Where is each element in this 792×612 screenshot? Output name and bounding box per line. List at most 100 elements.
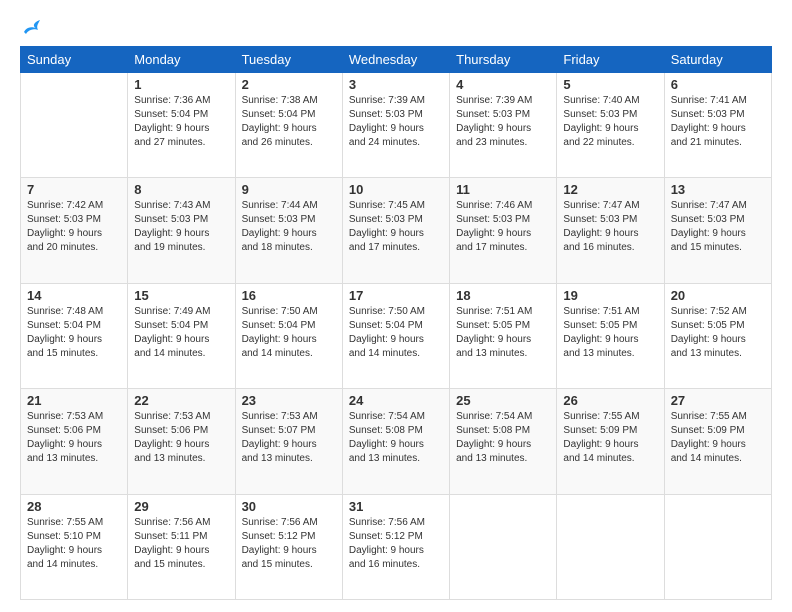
day-number: 20	[671, 288, 765, 303]
day-number: 25	[456, 393, 550, 408]
day-info: Sunrise: 7:36 AM Sunset: 5:04 PM Dayligh…	[134, 94, 228, 150]
day-info: Sunrise: 7:56 AM Sunset: 5:12 PM Dayligh…	[242, 516, 336, 572]
page: SundayMondayTuesdayWednesdayThursdayFrid…	[0, 0, 792, 612]
calendar-week-row: 14 Sunrise: 7:48 AM Sunset: 5:04 PM Dayli…	[21, 283, 772, 388]
calendar-cell: 15 Sunrise: 7:49 AM Sunset: 5:04 PM Dayli…	[128, 283, 235, 388]
day-info: Sunrise: 7:45 AM Sunset: 5:03 PM Dayligh…	[349, 199, 443, 255]
calendar-cell: 21 Sunrise: 7:53 AM Sunset: 5:06 PM Dayli…	[21, 389, 128, 494]
calendar-cell	[450, 494, 557, 599]
day-number: 2	[242, 77, 336, 92]
calendar-week-row: 28Sunrise: 7:55 AM Sunset: 5:10 PM Dayli…	[21, 494, 772, 599]
day-info: Sunrise: 7:54 AM Sunset: 5:08 PM Dayligh…	[349, 410, 443, 466]
calendar-week-row: 1 Sunrise: 7:36 AM Sunset: 5:04 PM Daylig…	[21, 73, 772, 178]
calendar-cell: 16 Sunrise: 7:50 AM Sunset: 5:04 PM Dayli…	[235, 283, 342, 388]
calendar-cell: 5 Sunrise: 7:40 AM Sunset: 5:03 PM Daylig…	[557, 73, 664, 178]
day-number: 22	[134, 393, 228, 408]
calendar-cell: 22Sunrise: 7:53 AM Sunset: 5:06 PM Dayli…	[128, 389, 235, 494]
day-info: Sunrise: 7:55 AM Sunset: 5:09 PM Dayligh…	[563, 410, 657, 466]
day-number: 17	[349, 288, 443, 303]
day-info: Sunrise: 7:47 AM Sunset: 5:03 PM Dayligh…	[563, 199, 657, 255]
day-info: Sunrise: 7:47 AM Sunset: 5:03 PM Dayligh…	[671, 199, 765, 255]
weekday-header-saturday: Saturday	[664, 47, 771, 73]
day-number: 11	[456, 182, 550, 197]
calendar-cell: 25 Sunrise: 7:54 AM Sunset: 5:08 PM Dayli…	[450, 389, 557, 494]
calendar-table: SundayMondayTuesdayWednesdayThursdayFrid…	[20, 46, 772, 600]
calendar-cell: 31 Sunrise: 7:56 AM Sunset: 5:12 PM Dayli…	[342, 494, 449, 599]
calendar-cell: 11 Sunrise: 7:46 AM Sunset: 5:03 PM Dayli…	[450, 178, 557, 283]
weekday-header-row: SundayMondayTuesdayWednesdayThursdayFrid…	[21, 47, 772, 73]
calendar-cell: 20 Sunrise: 7:52 AM Sunset: 5:05 PM Dayli…	[664, 283, 771, 388]
logo-bird-icon	[22, 18, 44, 36]
day-info: Sunrise: 7:43 AM Sunset: 5:03 PM Dayligh…	[134, 199, 228, 255]
calendar-cell: 26 Sunrise: 7:55 AM Sunset: 5:09 PM Dayli…	[557, 389, 664, 494]
day-number: 26	[563, 393, 657, 408]
day-info: Sunrise: 7:44 AM Sunset: 5:03 PM Dayligh…	[242, 199, 336, 255]
day-number: 30	[242, 499, 336, 514]
calendar-cell: 12 Sunrise: 7:47 AM Sunset: 5:03 PM Dayli…	[557, 178, 664, 283]
calendar-cell: 29Sunrise: 7:56 AM Sunset: 5:11 PM Dayli…	[128, 494, 235, 599]
calendar-cell: 8 Sunrise: 7:43 AM Sunset: 5:03 PM Daylig…	[128, 178, 235, 283]
day-number: 31	[349, 499, 443, 514]
day-info: Sunrise: 7:53 AM Sunset: 5:07 PM Dayligh…	[242, 410, 336, 466]
day-number: 21	[27, 393, 121, 408]
calendar-cell: 4 Sunrise: 7:39 AM Sunset: 5:03 PM Daylig…	[450, 73, 557, 178]
day-info: Sunrise: 7:51 AM Sunset: 5:05 PM Dayligh…	[563, 305, 657, 361]
calendar-cell: 6 Sunrise: 7:41 AM Sunset: 5:03 PM Daylig…	[664, 73, 771, 178]
day-info: Sunrise: 7:55 AM Sunset: 5:09 PM Dayligh…	[671, 410, 765, 466]
calendar-cell: 24 Sunrise: 7:54 AM Sunset: 5:08 PM Dayli…	[342, 389, 449, 494]
calendar-cell: 7 Sunrise: 7:42 AM Sunset: 5:03 PM Daylig…	[21, 178, 128, 283]
day-number: 10	[349, 182, 443, 197]
calendar-cell: 19 Sunrise: 7:51 AM Sunset: 5:05 PM Dayli…	[557, 283, 664, 388]
day-info: Sunrise: 7:50 AM Sunset: 5:04 PM Dayligh…	[349, 305, 443, 361]
day-info: Sunrise: 7:56 AM Sunset: 5:12 PM Dayligh…	[349, 516, 443, 572]
day-info: Sunrise: 7:46 AM Sunset: 5:03 PM Dayligh…	[456, 199, 550, 255]
calendar-cell: 17 Sunrise: 7:50 AM Sunset: 5:04 PM Dayli…	[342, 283, 449, 388]
calendar-cell: 27 Sunrise: 7:55 AM Sunset: 5:09 PM Dayli…	[664, 389, 771, 494]
day-info: Sunrise: 7:50 AM Sunset: 5:04 PM Dayligh…	[242, 305, 336, 361]
calendar-cell: 23 Sunrise: 7:53 AM Sunset: 5:07 PM Dayli…	[235, 389, 342, 494]
day-number: 13	[671, 182, 765, 197]
day-number: 7	[27, 182, 121, 197]
day-info: Sunrise: 7:53 AM Sunset: 5:06 PM Dayligh…	[27, 410, 121, 466]
calendar-week-row: 7 Sunrise: 7:42 AM Sunset: 5:03 PM Daylig…	[21, 178, 772, 283]
day-number: 19	[563, 288, 657, 303]
calendar-week-row: 21 Sunrise: 7:53 AM Sunset: 5:06 PM Dayli…	[21, 389, 772, 494]
logo	[20, 18, 44, 36]
calendar-cell: 9 Sunrise: 7:44 AM Sunset: 5:03 PM Daylig…	[235, 178, 342, 283]
day-info: Sunrise: 7:39 AM Sunset: 5:03 PM Dayligh…	[349, 94, 443, 150]
day-number: 29	[134, 499, 228, 514]
day-number: 9	[242, 182, 336, 197]
day-number: 23	[242, 393, 336, 408]
day-info: Sunrise: 7:40 AM Sunset: 5:03 PM Dayligh…	[563, 94, 657, 150]
day-number: 6	[671, 77, 765, 92]
calendar-cell	[21, 73, 128, 178]
day-info: Sunrise: 7:52 AM Sunset: 5:05 PM Dayligh…	[671, 305, 765, 361]
day-number: 18	[456, 288, 550, 303]
day-info: Sunrise: 7:39 AM Sunset: 5:03 PM Dayligh…	[456, 94, 550, 150]
day-number: 1	[134, 77, 228, 92]
day-info: Sunrise: 7:41 AM Sunset: 5:03 PM Dayligh…	[671, 94, 765, 150]
day-number: 27	[671, 393, 765, 408]
day-info: Sunrise: 7:54 AM Sunset: 5:08 PM Dayligh…	[456, 410, 550, 466]
calendar-cell: 30 Sunrise: 7:56 AM Sunset: 5:12 PM Dayli…	[235, 494, 342, 599]
day-number: 16	[242, 288, 336, 303]
day-info: Sunrise: 7:48 AM Sunset: 5:04 PM Dayligh…	[27, 305, 121, 361]
day-number: 24	[349, 393, 443, 408]
day-info: Sunrise: 7:38 AM Sunset: 5:04 PM Dayligh…	[242, 94, 336, 150]
day-number: 14	[27, 288, 121, 303]
day-number: 8	[134, 182, 228, 197]
calendar-cell: 28Sunrise: 7:55 AM Sunset: 5:10 PM Dayli…	[21, 494, 128, 599]
day-info: Sunrise: 7:49 AM Sunset: 5:04 PM Dayligh…	[134, 305, 228, 361]
day-info: Sunrise: 7:55 AM Sunset: 5:10 PM Dayligh…	[27, 516, 121, 572]
weekday-header-thursday: Thursday	[450, 47, 557, 73]
weekday-header-friday: Friday	[557, 47, 664, 73]
calendar-cell: 14 Sunrise: 7:48 AM Sunset: 5:04 PM Dayli…	[21, 283, 128, 388]
day-info: Sunrise: 7:42 AM Sunset: 5:03 PM Dayligh…	[27, 199, 121, 255]
day-number: 12	[563, 182, 657, 197]
calendar-cell: 2 Sunrise: 7:38 AM Sunset: 5:04 PM Daylig…	[235, 73, 342, 178]
calendar-cell: 18 Sunrise: 7:51 AM Sunset: 5:05 PM Dayli…	[450, 283, 557, 388]
day-number: 15	[134, 288, 228, 303]
day-number: 5	[563, 77, 657, 92]
day-info: Sunrise: 7:51 AM Sunset: 5:05 PM Dayligh…	[456, 305, 550, 361]
day-number: 4	[456, 77, 550, 92]
